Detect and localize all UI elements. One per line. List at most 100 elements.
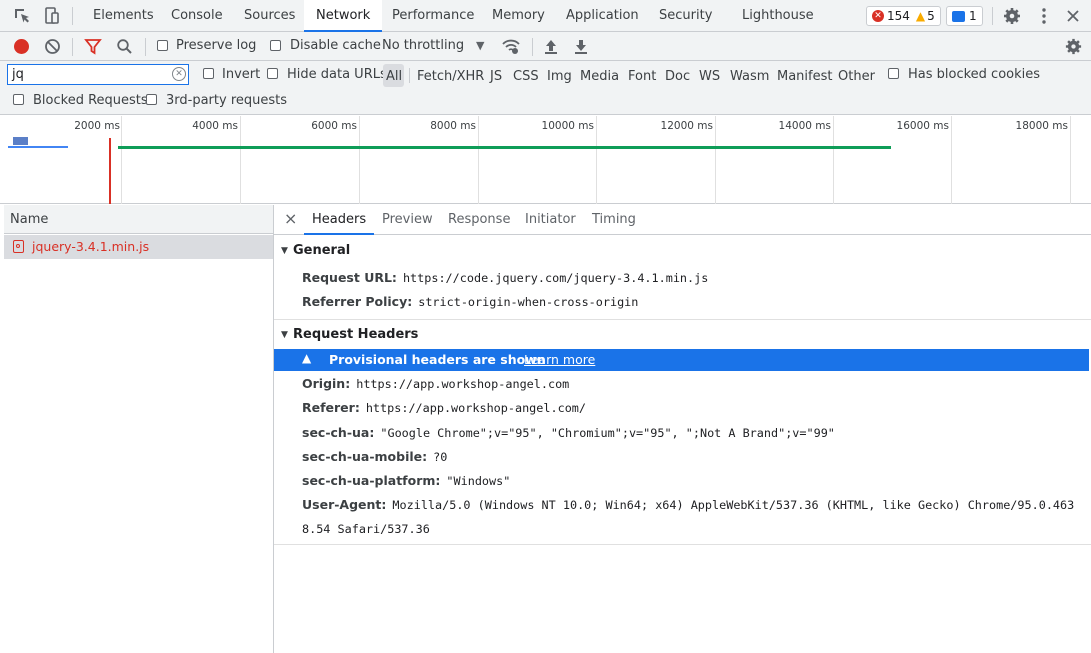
header-row-referrer-policy: Referrer Policy: strict-origin-when-cross… [302,294,638,309]
type-filter-wasm[interactable]: Wasm [730,69,769,84]
third-party-label[interactable]: 3rd-party requests [166,93,287,108]
header-key: Referrer Policy: [302,294,413,309]
tab-console[interactable]: Console [171,0,223,31]
filter-input[interactable]: jq [12,67,24,82]
tab-preview[interactable]: Preview [382,205,433,234]
type-filter-fetch-xhr[interactable]: Fetch/XHR [417,69,484,84]
tab-elements[interactable]: Elements [93,0,154,31]
third-party-checkbox[interactable] [146,94,157,105]
request-list-header: Name [4,205,273,234]
timeline-tick: 16000 ms [896,120,949,132]
export-har-icon[interactable] [573,38,589,58]
filter-funnel-icon[interactable] [84,38,102,58]
close-details-icon[interactable]: × [284,209,297,228]
messages-counter[interactable]: 1 [946,6,983,26]
tab-lighthouse[interactable]: Lighthouse [742,0,814,31]
learn-more-link[interactable]: Learn more [524,352,595,367]
type-filter-css[interactable]: CSS [513,69,539,84]
message-count: 1 [969,9,977,23]
header-value: https://app.workshop-angel.com [356,377,570,391]
header-row-user-agent: User-Agent: Mozilla/5.0 (Windows NT 10.0;… [302,497,1074,512]
import-har-icon[interactable] [543,38,559,58]
timeline-tick: 4000 ms [192,120,238,132]
header-row-user-agent-cont: 8.54 Safari/537.36 [302,521,430,536]
overview-blue-bar [8,146,68,148]
invert-checkbox[interactable] [203,68,214,79]
has-blocked-cookies-checkbox[interactable] [888,68,899,79]
triangle-down-icon[interactable]: ▼ [281,246,288,256]
header-row-origin: Origin: https://app.workshop-angel.com [302,376,569,391]
disable-cache-label[interactable]: Disable cache [290,38,381,53]
warning-count: 5 [927,9,935,23]
tab-timing[interactable]: Timing [592,205,636,234]
header-row-sec-ch-ua-platform: sec-ch-ua-platform: "Windows" [302,473,510,488]
network-overview-timeline[interactable]: 2000 ms 4000 ms 6000 ms 8000 ms 10000 ms… [0,116,1091,204]
throttling-select[interactable]: No throttling [382,38,464,53]
invert-label[interactable]: Invert [222,67,260,82]
clear-icon[interactable] [44,38,61,58]
table-row[interactable]: jquery-3.4.1.min.js [4,235,273,259]
record-button[interactable] [14,39,29,54]
tab-response[interactable]: Response [448,205,510,234]
network-conditions-wifi-icon[interactable] [501,38,521,58]
clear-filter-icon[interactable]: ✕ [172,67,186,81]
tab-performance[interactable]: Performance [392,0,474,31]
header-value: "Google Chrome";v="95", "Chromium";v="95… [380,426,835,440]
hide-data-urls-checkbox[interactable] [267,68,278,79]
timeline-tick: 12000 ms [660,120,713,132]
request-name[interactable]: jquery-3.4.1.min.js [32,239,149,254]
tab-sources[interactable]: Sources [244,0,295,31]
tab-memory[interactable]: Memory [492,0,545,31]
settings-gear-icon[interactable] [1002,6,1022,26]
header-key: User-Agent: [302,497,387,512]
type-filter-font[interactable]: Font [628,69,656,84]
blocked-requests-checkbox[interactable] [13,94,24,105]
close-devtools-icon[interactable] [1063,6,1083,26]
header-row-sec-ch-ua: sec-ch-ua: "Google Chrome";v="95", "Chrom… [302,425,835,440]
request-list: Name jquery-3.4.1.min.js [4,205,274,653]
type-filter-all[interactable]: All [386,69,402,84]
header-row-referer: Referer: https://app.workshop-angel.com/ [302,400,586,415]
filter-input-box[interactable]: jq ✕ [7,64,189,85]
inspect-element-icon[interactable] [12,6,32,26]
timeline-tick: 14000 ms [778,120,831,132]
type-filter-other[interactable]: Other [838,69,875,84]
type-filter-js[interactable]: JS [490,69,502,84]
type-filter-doc[interactable]: Doc [665,69,690,84]
filter-bar: jq ✕ Invert Hide data URLs All Fetch/XHR… [0,61,1091,115]
tab-application[interactable]: Application [566,0,639,31]
type-filter-media[interactable]: Media [580,69,619,84]
header-key: sec-ch-ua-platform: [302,473,441,488]
search-icon[interactable] [116,38,133,58]
network-settings-gear-icon[interactable] [1064,37,1083,59]
header-value: "Windows" [446,474,511,488]
hide-data-urls-label[interactable]: Hide data URLs [287,67,387,82]
preserve-log-label[interactable]: Preserve log [176,38,256,53]
type-filter-img[interactable]: Img [547,69,572,84]
tab-network[interactable]: Network [304,0,383,32]
overview-green-bar [118,146,891,149]
header-key: Referer: [302,400,360,415]
type-filter-manifest[interactable]: Manifest [777,69,832,84]
header-value: strict-origin-when-cross-origin [418,295,639,309]
issues-counter[interactable]: ✕ 154 ▲ 5 [866,6,941,26]
chevron-down-icon[interactable]: ▼ [476,39,484,52]
tab-initiator[interactable]: Initiator [525,205,576,234]
triangle-down-icon[interactable]: ▼ [281,330,288,340]
column-name-header[interactable]: Name [10,212,48,227]
section-request-headers-title[interactable]: Request Headers [293,327,418,342]
more-options-icon[interactable] [1034,6,1054,26]
disable-cache-checkbox[interactable] [270,40,281,51]
preserve-log-checkbox[interactable] [157,40,168,51]
section-general-title[interactable]: General [293,243,350,258]
device-toolbar-icon[interactable] [42,6,62,26]
header-value: Mozilla/5.0 (Windows NT 10.0; Win64; x64… [392,498,1075,512]
blocked-requests-label[interactable]: Blocked Requests [33,93,148,108]
tab-headers[interactable]: Headers [304,205,375,235]
type-filter-ws[interactable]: WS [699,69,720,84]
tab-security[interactable]: Security [659,0,712,31]
message-icon [952,10,965,22]
has-blocked-cookies-label[interactable]: Has blocked cookies [908,67,1040,82]
timeline-tick: 18000 ms [1015,120,1068,132]
error-icon: ✕ [872,10,884,22]
